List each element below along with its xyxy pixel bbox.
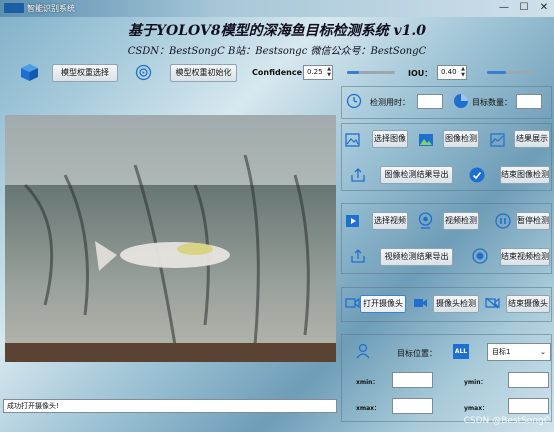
camera-icon (345, 297, 360, 309)
confidence-slider-fill (347, 71, 359, 74)
image-detect-button[interactable]: 图像检测 (443, 130, 479, 148)
video-detect-button[interactable]: 视频检测 (443, 212, 479, 230)
camera-frame-image (5, 115, 336, 362)
pie-chart-icon (454, 94, 468, 108)
export-icon (351, 249, 365, 263)
status-bar: 成功打开摄像头! (3, 399, 337, 413)
select-video-button[interactable]: 选择视频 (372, 212, 408, 230)
webcam-icon (418, 212, 433, 229)
stop-circle-icon (472, 248, 488, 264)
iou-slider[interactable] (487, 71, 535, 74)
detect-time-field (417, 94, 443, 109)
minimize-button[interactable]: — (493, 1, 515, 15)
camera-off-icon (485, 297, 500, 309)
target-position-label: 目标位置： (397, 349, 437, 358)
window-titlebar (0, 0, 554, 17)
timer-icon (346, 93, 362, 109)
spin-arrows-icon: ▲ ▼ (461, 66, 465, 78)
check-circle-icon (469, 167, 485, 183)
cube-icon (21, 64, 38, 81)
target-select-value: 目标1 (492, 348, 511, 356)
chevron-down-icon: ⌄ (540, 348, 546, 356)
ymax-field (508, 398, 549, 414)
page-title: 基于YOLOV8模型的深海鱼目标检测系统 v1.0 (128, 23, 426, 39)
xmin-label: xmin： (356, 379, 379, 386)
all-badge-icon: ALL (453, 344, 469, 359)
iou-label: IOU： (408, 69, 433, 78)
target-icon (135, 64, 152, 81)
user-icon (356, 343, 370, 359)
model-init-button[interactable]: 模型权重初始化 (170, 64, 237, 82)
xmax-label: xmax： (356, 405, 381, 412)
page-subtitle: CSDN：BestSongC B站：Bestsongc 微信公众号：BestSo… (127, 46, 427, 57)
spin-arrows-icon: ▲ ▼ (327, 66, 331, 78)
chart-icon (490, 133, 505, 147)
confidence-slider[interactable] (347, 71, 395, 74)
xmax-field (392, 398, 433, 414)
watermark: CSDN @BestSongC (463, 416, 550, 426)
target-select[interactable]: 目标1 ⌄ (487, 343, 551, 361)
image-icon (345, 133, 360, 147)
iou-spinbox[interactable]: 0.40 ▲ ▼ (437, 65, 467, 80)
target-count-field (516, 94, 542, 109)
export-video-results-button[interactable]: 视频检测结果导出 (380, 248, 453, 266)
window-title: 智能识别系统 (27, 4, 75, 13)
video-display (5, 115, 336, 362)
end-video-detect-button[interactable]: 结束视频检测 (500, 248, 550, 266)
target-count-label: 目标数量： (472, 98, 512, 107)
iou-slider-fill (487, 71, 506, 74)
export-icon (351, 168, 365, 182)
end-camera-button[interactable]: 结束摄像头 (506, 295, 550, 313)
ymax-label: ymax： (464, 405, 489, 412)
xmin-field (392, 372, 433, 388)
pause-icon (495, 213, 511, 229)
ymin-field (508, 372, 549, 388)
iou-value: 0.40 (441, 68, 457, 76)
camera-detect-icon (414, 299, 427, 307)
detect-time-label: 检测用时： (370, 98, 410, 107)
select-image-button[interactable]: 选择图像 (372, 130, 408, 148)
end-image-detect-button[interactable]: 结束图像检测 (500, 166, 550, 184)
model-select-button[interactable]: 模型权重选择 (52, 64, 118, 82)
video-file-icon (346, 215, 359, 227)
pause-detect-button[interactable]: 暂停检测 (516, 212, 550, 230)
confidence-label: Confidence (252, 68, 303, 77)
ymin-label: ymin： (464, 379, 487, 386)
camera-detect-button[interactable]: 摄像头检测 (433, 295, 479, 313)
confidence-value: 0.25 (307, 68, 323, 76)
show-results-button[interactable]: 结果展示 (514, 130, 550, 148)
export-image-results-button[interactable]: 图像检测结果导出 (380, 166, 453, 184)
app-logo-icon (4, 3, 24, 13)
close-button[interactable]: ✕ (533, 1, 554, 15)
image-detect-icon (419, 134, 433, 146)
confidence-spinbox[interactable]: 0.25 ▲ ▼ (303, 65, 333, 80)
maximize-button[interactable]: ☐ (513, 1, 535, 15)
open-camera-button[interactable]: 打开摄像头 (360, 295, 406, 313)
